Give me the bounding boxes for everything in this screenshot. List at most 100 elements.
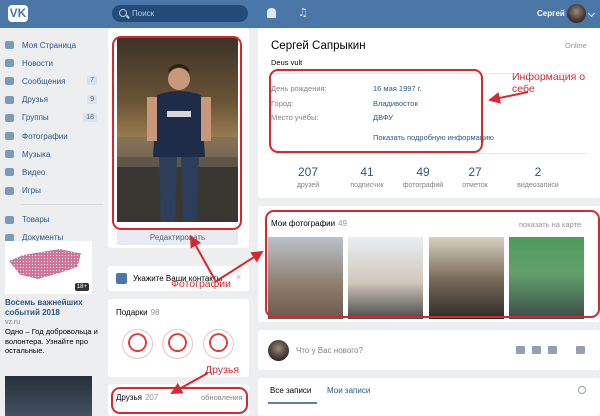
- annotation-friends-label: Друзья: [205, 364, 240, 376]
- camera-icon[interactable]: [516, 346, 525, 354]
- new-post-box[interactable]: Что у Вас нового?: [258, 330, 600, 370]
- close-icon[interactable]: ×: [236, 272, 241, 282]
- stat-number: 41: [360, 165, 374, 179]
- music-icon[interactable]: ♫: [298, 7, 308, 19]
- search-icon[interactable]: [578, 386, 586, 394]
- gifts-count: 98: [150, 308, 160, 317]
- stat-followers[interactable]: 41 подписчик: [337, 165, 397, 189]
- info-highlight-box: [269, 69, 483, 153]
- sidebar-item-label: Товары: [22, 215, 50, 225]
- second-ad-image[interactable]: [5, 376, 92, 416]
- sidebar-item-label: Друзья: [22, 95, 48, 105]
- search-input[interactable]: Поиск: [112, 5, 248, 22]
- video-icon: [5, 168, 14, 177]
- count-badge: 18: [83, 112, 97, 122]
- sidebar-item-label: Игры: [22, 186, 41, 196]
- tab-all-posts[interactable]: Все записи: [270, 386, 311, 395]
- search-icon: [119, 9, 127, 17]
- stat-number: 49: [416, 165, 430, 179]
- avatar: [268, 340, 289, 361]
- sidebar-item-messages[interactable]: Сообщения 7: [5, 72, 103, 90]
- stat-number: 207: [297, 165, 319, 179]
- photos-highlight-box: [265, 210, 600, 318]
- ad-site: vz.ru: [5, 319, 21, 326]
- count-badge: 7: [87, 76, 97, 86]
- friends-icon: [5, 95, 14, 104]
- music-icon[interactable]: [548, 346, 557, 354]
- annotation-info-label: Информация о себе: [512, 71, 586, 95]
- gift-image[interactable]: [203, 329, 234, 359]
- gifts-header[interactable]: Подарки 98: [116, 308, 159, 317]
- header-avatar[interactable]: [567, 4, 586, 23]
- sidebar-item-friends[interactable]: Друзья 9: [5, 91, 103, 109]
- ad-image[interactable]: 18+: [5, 241, 92, 294]
- active-tab-indicator: [268, 402, 317, 404]
- sidebar-menu: Моя Страница Новости Сообщения 7 Друзья 9 …: [5, 36, 103, 247]
- count-badge: 9: [87, 94, 97, 104]
- tab-my-posts[interactable]: Мои записи: [327, 386, 370, 395]
- sidebar-item-label: Видео: [22, 167, 46, 177]
- goods-icon: [5, 215, 14, 224]
- video-icon[interactable]: [532, 346, 541, 354]
- profile-name: Сергей Сапрыкин: [271, 40, 366, 52]
- music-icon: [5, 150, 14, 159]
- bell-icon[interactable]: [267, 8, 276, 18]
- annotation-photos-label: Фотографии: [171, 278, 232, 290]
- stat-friends[interactable]: 207 друзей: [278, 165, 338, 189]
- sidebar-item-label: Фотографии: [22, 131, 68, 141]
- stat-label: видеозаписи: [517, 182, 559, 189]
- games-icon: [5, 186, 14, 195]
- wall-block: Все записи Мои записи: [258, 378, 600, 416]
- stat-tags[interactable]: 27 отметок: [445, 165, 505, 189]
- stat-label: подписчик: [350, 182, 384, 189]
- age-badge: 18+: [74, 283, 89, 291]
- stat-number: 2: [534, 165, 542, 179]
- divider: [271, 153, 587, 154]
- stat-number: 27: [468, 165, 482, 179]
- text-format-icon[interactable]: [576, 346, 585, 354]
- stat-photos[interactable]: 49 фотографий: [393, 165, 453, 189]
- ad-description: Одно – Год добровольца и волонтера. Узна…: [5, 327, 98, 355]
- sidebar-item-goods[interactable]: Товары: [5, 211, 103, 229]
- sidebar-item-games[interactable]: Игры: [5, 182, 103, 200]
- divider: [22, 203, 103, 205]
- top-bar: VK Поиск ♫ Сергей: [0, 0, 600, 28]
- groups-icon: [5, 113, 14, 122]
- sidebar-item-video[interactable]: Видео: [5, 163, 103, 181]
- news-icon: [5, 59, 14, 68]
- sidebar-item-news[interactable]: Новости: [5, 54, 103, 72]
- sidebar-item-music[interactable]: Музыка: [5, 145, 103, 163]
- ad-title[interactable]: Восемь важнейших событий 2018: [5, 298, 103, 318]
- friends-highlight-box: [111, 387, 248, 414]
- photo-highlight-box: [112, 36, 242, 230]
- sidebar-ad[interactable]: 18+ Восемь важнейших событий 2018 vz.ru …: [5, 241, 103, 356]
- chevron-down-icon[interactable]: [587, 9, 596, 18]
- stat-label: друзей: [296, 182, 320, 189]
- stat-label: фотографий: [402, 182, 444, 189]
- gift-image[interactable]: [122, 329, 153, 359]
- post-input[interactable]: Что у Вас нового?: [296, 346, 363, 355]
- sidebar-item-label: Группы: [22, 113, 49, 123]
- sidebar-item-label: Музыка: [22, 149, 51, 159]
- home-icon: [5, 41, 14, 50]
- stat-label: отметок: [462, 182, 488, 189]
- online-status: Online: [565, 41, 587, 50]
- russia-map-image: [9, 249, 81, 279]
- contacts-icon: [116, 273, 127, 284]
- sidebar-item-label: Сообщения: [22, 76, 66, 86]
- sidebar-item-my-page[interactable]: Моя Страница: [5, 36, 103, 54]
- stat-videos[interactable]: 2 видеозаписи: [508, 165, 568, 189]
- edit-profile-button[interactable]: Редактировать: [117, 230, 238, 245]
- profile-status[interactable]: Deus vult: [271, 58, 302, 67]
- sidebar-item-photos[interactable]: Фотографии: [5, 127, 103, 145]
- messages-icon: [5, 77, 14, 86]
- sidebar-item-label: Новости: [22, 58, 53, 68]
- gift-image[interactable]: [162, 329, 193, 359]
- sidebar-item-groups[interactable]: Группы 18: [5, 109, 103, 127]
- header-user-name[interactable]: Сергей: [537, 9, 565, 18]
- vk-logo-icon[interactable]: VK: [8, 5, 28, 22]
- sidebar-item-label: Моя Страница: [22, 40, 77, 50]
- photos-icon: [5, 132, 14, 141]
- gifts-label: Подарки: [116, 308, 148, 317]
- search-placeholder: Поиск: [132, 9, 155, 18]
